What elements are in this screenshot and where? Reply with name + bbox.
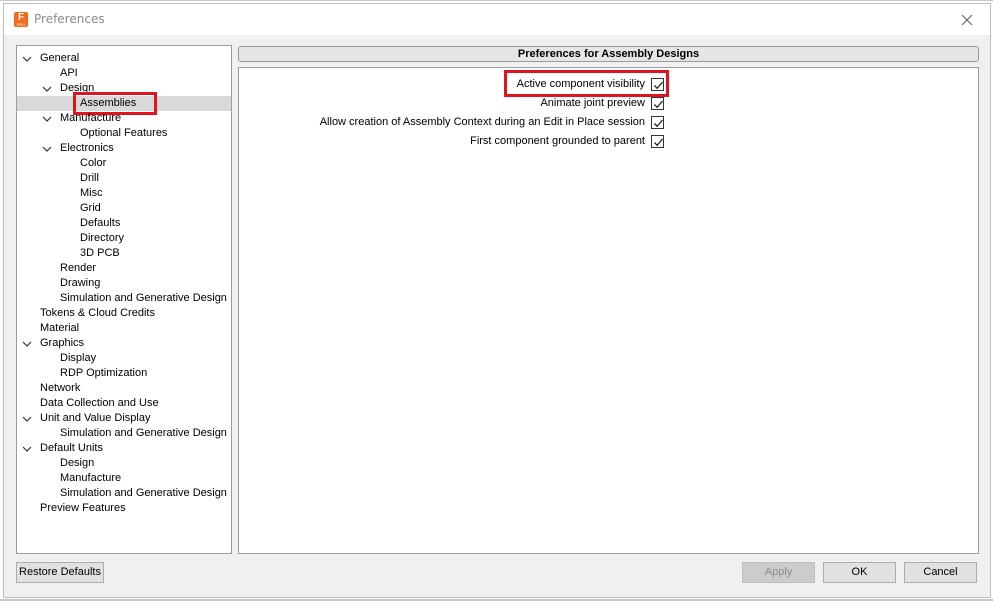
option-row: Allow creation of Assembly Context durin… [320, 114, 664, 130]
close-button[interactable] [944, 4, 990, 35]
tree-item-label: Grid [80, 202, 101, 214]
option-row: First component grounded to parent [470, 133, 664, 149]
tree-item[interactable]: Material [37, 321, 82, 336]
option-label: First component grounded to parent [470, 135, 645, 147]
tree-item-label: Display [60, 352, 97, 364]
tree-item[interactable]: Misc [77, 186, 106, 201]
tree-item-label: Material [40, 322, 80, 334]
panel-header: Preferences for Assembly Designs [238, 46, 979, 62]
option-row: Active component visibility [517, 76, 664, 92]
chevron-down-icon[interactable] [22, 414, 32, 424]
tree-item[interactable]: Simulation and Generative Design [57, 291, 230, 306]
tree-item-label: Manufacture [60, 472, 122, 484]
tree-item-label: API [60, 67, 78, 79]
tree-item[interactable]: Simulation and Generative Design [57, 426, 230, 441]
tree-item[interactable]: Graphics [37, 336, 87, 351]
tree-item-label: Directory [80, 232, 125, 244]
checkmark-icon [654, 81, 663, 89]
tree-item[interactable]: Network [37, 381, 83, 396]
tree-item-label: Assemblies [80, 97, 137, 109]
tree-item-label: Preview Features [40, 502, 126, 514]
tree-item[interactable]: Default Units [37, 441, 106, 456]
tree-item[interactable]: Directory [77, 231, 127, 246]
tree-item-label: Render [60, 262, 97, 274]
tree-item[interactable]: Drawing [57, 276, 103, 291]
tree-item[interactable]: Color [77, 156, 109, 171]
tree-item[interactable]: Design [57, 456, 97, 471]
restore-defaults-button[interactable]: Restore Defaults [16, 562, 104, 583]
chevron-down-icon[interactable] [22, 54, 32, 64]
window-title: Preferences [34, 12, 105, 26]
chevron-down-icon[interactable] [22, 444, 32, 454]
tree-item-label: Design [60, 457, 95, 469]
tree-item-label: Simulation and Generative Design [60, 427, 227, 439]
tree-item[interactable]: Grid [77, 201, 104, 216]
tree-item[interactable]: RDP Optimization [57, 366, 150, 381]
chevron-down-icon[interactable] [42, 114, 52, 124]
option-checkbox[interactable] [651, 96, 664, 110]
option-checkbox[interactable] [651, 77, 664, 91]
tree-item[interactable]: Optional Features [77, 126, 170, 141]
tree-item-label: Default Units [40, 442, 103, 454]
tree-item[interactable]: Manufacture [57, 471, 124, 486]
tree-item[interactable]: Manufacture [57, 111, 124, 126]
option-checkbox[interactable] [651, 115, 664, 129]
tree-item-label: Optional Features [80, 127, 168, 139]
preferences-tree[interactable]: General API Design Assemblies Manufacture Opt… [16, 45, 232, 554]
tree-item-label: General [40, 52, 80, 64]
chevron-down-icon[interactable] [42, 144, 52, 154]
tree-item[interactable]: Preview Features [37, 501, 129, 516]
tree-item[interactable]: Drill [77, 171, 102, 186]
preferences-dialog: F PRO Preferences General API Design Assemb… [3, 3, 991, 598]
option-checkbox[interactable] [651, 134, 664, 148]
tree-item[interactable]: Display [57, 351, 99, 366]
tree-item-label: Design [60, 82, 95, 94]
tree-item-label: 3D PCB [80, 247, 120, 259]
tree-item[interactable]: Design [57, 81, 97, 96]
tree-item[interactable]: Defaults [77, 216, 123, 231]
title-bar: F PRO Preferences [4, 4, 990, 35]
tree-item-label: Data Collection and Use [40, 397, 159, 409]
tree-item-label: Unit and Value Display [40, 412, 151, 424]
tree-item[interactable]: Electronics [57, 141, 117, 156]
tree-item-label: Defaults [80, 217, 121, 229]
apply-button[interactable]: Apply [742, 562, 815, 583]
tree-item-label: Network [40, 382, 81, 394]
tree-item[interactable]: Simulation and Generative Design [57, 486, 230, 501]
tree-item[interactable]: Assemblies [77, 96, 139, 111]
tree-item[interactable]: 3D PCB [77, 246, 123, 261]
option-label: Active component visibility [516, 78, 645, 90]
tree-item[interactable]: Tokens & Cloud Credits [37, 306, 158, 321]
tree-item[interactable]: API [57, 66, 81, 81]
cancel-button[interactable]: Cancel [904, 562, 977, 583]
tree-item-label: Simulation and Generative Design [60, 292, 227, 304]
tree-item-label: Simulation and Generative Design [60, 487, 227, 499]
tree-item-label: Misc [80, 187, 103, 199]
tree-item-label: Drawing [60, 277, 101, 289]
checkmark-icon [654, 100, 663, 108]
tree-item-label: Electronics [60, 142, 114, 154]
checkmark-icon [654, 119, 663, 127]
tree-item-label: Manufacture [60, 112, 122, 124]
tree-item-label: Graphics [40, 337, 85, 349]
option-label: Allow creation of Assembly Context durin… [319, 116, 645, 128]
chevron-down-icon[interactable] [22, 339, 32, 349]
chevron-down-icon[interactable] [42, 84, 52, 94]
fusion-app-icon: F PRO [14, 12, 28, 27]
checkmark-icon [654, 138, 663, 146]
tree-item[interactable]: General [37, 51, 82, 66]
tree-item[interactable]: Unit and Value Display [37, 411, 153, 426]
ok-button[interactable]: OK [823, 562, 896, 583]
tree-item-label: RDP Optimization [60, 367, 148, 379]
tree-item-label: Drill [80, 172, 99, 184]
tree-item[interactable]: Render [57, 261, 99, 276]
app-icon-sub: PRO [16, 22, 26, 27]
tree-item[interactable]: Data Collection and Use [37, 396, 162, 411]
option-row: Animate joint preview [540, 95, 664, 111]
close-icon [961, 14, 973, 26]
tree-item-label: Tokens & Cloud Credits [40, 307, 155, 319]
tree-item-label: Color [80, 157, 107, 169]
preferences-panel: Active component visibility Animate joint… [238, 67, 979, 554]
option-label: Animate joint preview [540, 97, 645, 109]
